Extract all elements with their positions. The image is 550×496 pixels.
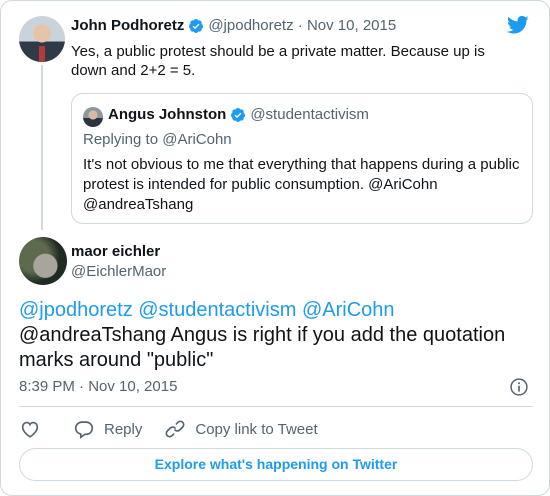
verified-badge-icon (231, 107, 246, 122)
thread-connector-line (41, 65, 43, 230)
parent-tweet-text: Yes, a public protest should be a privat… (71, 43, 485, 79)
reply-icon (74, 421, 94, 439)
main-author-name[interactable]: maor eichler (71, 243, 160, 260)
replying-to-mention: @AriCohn (162, 131, 232, 148)
replying-to-prefix: Replying to (83, 131, 163, 148)
reply-label: Reply (104, 420, 143, 438)
verified-badge-icon (189, 18, 204, 33)
twitter-bird-icon[interactable] (507, 15, 529, 35)
heart-icon (21, 421, 39, 438)
quoted-tweet[interactable]: Angus Johnston @studentactivism Replying… (71, 93, 533, 224)
copy-link-label: Copy link to Tweet (195, 420, 318, 438)
quoted-author-name: Angus Johnston (108, 106, 227, 123)
reply-button[interactable]: Reply (73, 418, 142, 440)
parent-author-name[interactable]: John Podhoretz (71, 17, 184, 34)
main-tweet-body: @andreaTshang Angus is right if you add … (19, 324, 506, 371)
main-tweet-timestamp[interactable]: 8:39 PM · Nov 10, 2015 (19, 378, 177, 395)
quoted-author-handle: @studentactivism (250, 106, 369, 123)
parent-tweet-date[interactable]: Nov 10, 2015 (307, 17, 396, 34)
parent-tweet-header: John Podhoretz @jpodhoretz · Nov 10, 201… (71, 17, 396, 34)
copy-link-button[interactable]: Copy link to Tweet (164, 418, 318, 440)
quoted-tweet-text: It's not obvious to me that everything t… (83, 156, 520, 213)
quoted-author-avatar (83, 107, 103, 127)
main-author-handle[interactable]: @EichlerMaor (71, 263, 166, 280)
link-icon (165, 420, 185, 438)
quoted-tweet-header: Angus Johnston @studentactivism (108, 106, 369, 123)
explore-twitter-button[interactable]: Explore what's happening on Twitter (19, 448, 533, 481)
main-author-avatar[interactable] (19, 237, 67, 285)
tweet-actions-bar: Reply Copy link to Tweet (19, 418, 340, 440)
parent-author-handle[interactable]: @jpodhoretz (208, 17, 293, 34)
divider (19, 406, 533, 407)
parent-author-avatar[interactable] (19, 16, 65, 62)
tweet-embed-card: John Podhoretz @jpodhoretz · Nov 10, 201… (0, 0, 550, 496)
header-separator: · (297, 17, 303, 34)
like-button[interactable] (19, 418, 41, 440)
replying-to-line: Replying to @AriCohn (83, 131, 232, 148)
info-icon[interactable] (509, 377, 529, 397)
main-tweet-text: @jpodhoretz @studentactivism @AriCohn @a… (19, 298, 534, 373)
main-tweet-mentions[interactable]: @jpodhoretz @studentactivism @AriCohn (19, 298, 534, 323)
